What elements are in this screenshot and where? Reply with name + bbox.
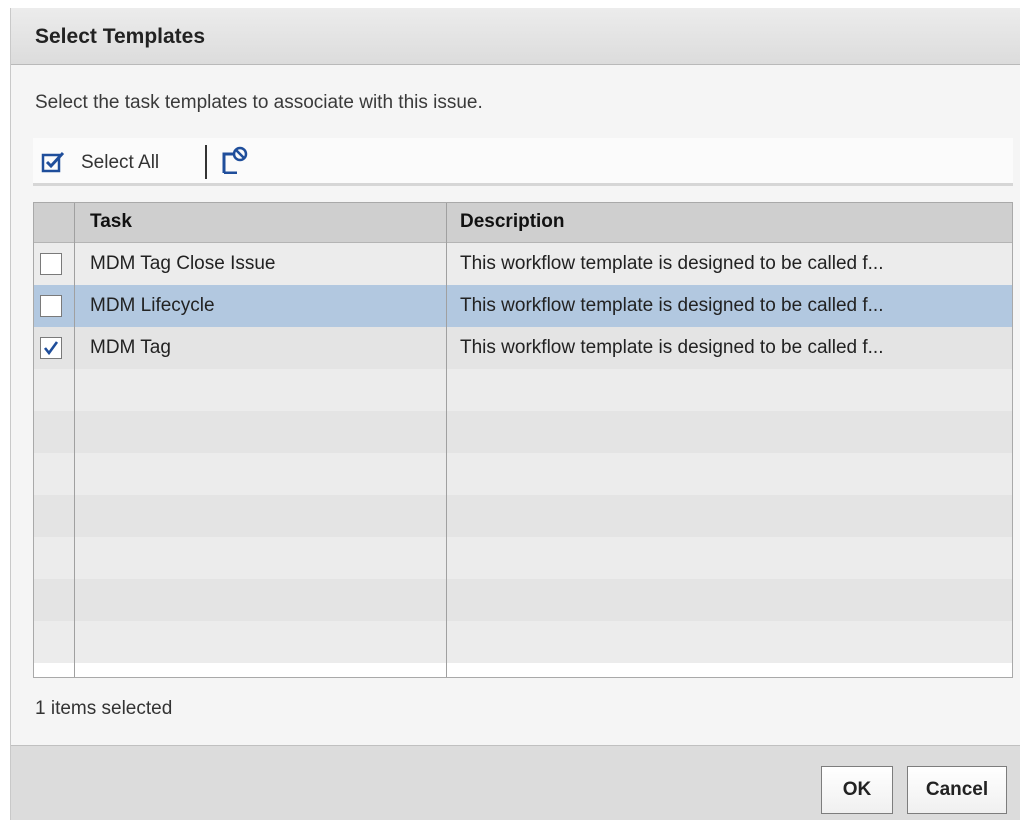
toolbar-separator: [205, 145, 207, 179]
row-checkbox[interactable]: [40, 337, 62, 359]
dialog-title: Select Templates: [35, 25, 206, 48]
selection-status: 1 items selected: [35, 698, 173, 719]
toolbar: Select All: [33, 138, 1013, 186]
table-row[interactable]: MDM Tag This workflow template is design…: [34, 327, 1012, 369]
dialog-footer: OK Cancel: [11, 745, 1020, 820]
cancel-button[interactable]: Cancel: [907, 766, 1007, 814]
task-cell: MDM Tag: [90, 337, 171, 358]
description-cell: This workflow template is designed to be…: [460, 295, 884, 316]
column-divider: [74, 203, 75, 677]
instructions-text: Select the task templates to associate w…: [35, 92, 483, 113]
table-header: Task Description: [34, 203, 1012, 243]
select-all-button[interactable]: Select All: [81, 152, 159, 174]
empty-row: [34, 621, 1012, 663]
description-cell: This workflow template is designed to be…: [460, 253, 884, 274]
column-header-description[interactable]: Description: [460, 211, 565, 233]
row-checkbox[interactable]: [40, 253, 62, 275]
empty-row: [34, 537, 1012, 579]
task-cell: MDM Tag Close Issue: [90, 253, 276, 274]
select-templates-dialog: Select Templates Select the task templat…: [10, 8, 1020, 820]
column-header-task[interactable]: Task: [90, 211, 132, 233]
table-row[interactable]: MDM Tag Close Issue This workflow templa…: [34, 243, 1012, 285]
empty-row: [34, 411, 1012, 453]
checkmark-icon: [43, 341, 59, 356]
empty-row: [34, 453, 1012, 495]
table-row[interactable]: MDM Lifecycle This workflow template is …: [34, 285, 1012, 327]
empty-row: [34, 579, 1012, 621]
column-divider[interactable]: [446, 203, 447, 677]
templates-table: Task Description MDM Tag Close Issue Thi…: [33, 202, 1013, 678]
empty-row: [34, 495, 1012, 537]
ok-button[interactable]: OK: [821, 766, 893, 814]
filter-icon[interactable]: [221, 146, 249, 174]
empty-row: [34, 369, 1012, 411]
select-all-checkbox-icon[interactable]: [41, 150, 65, 174]
table-body: MDM Tag Close Issue This workflow templa…: [34, 243, 1012, 663]
row-checkbox[interactable]: [40, 295, 62, 317]
dialog-title-bar[interactable]: Select Templates: [11, 8, 1020, 65]
description-cell: This workflow template is designed to be…: [460, 337, 884, 358]
task-cell: MDM Lifecycle: [90, 295, 215, 316]
